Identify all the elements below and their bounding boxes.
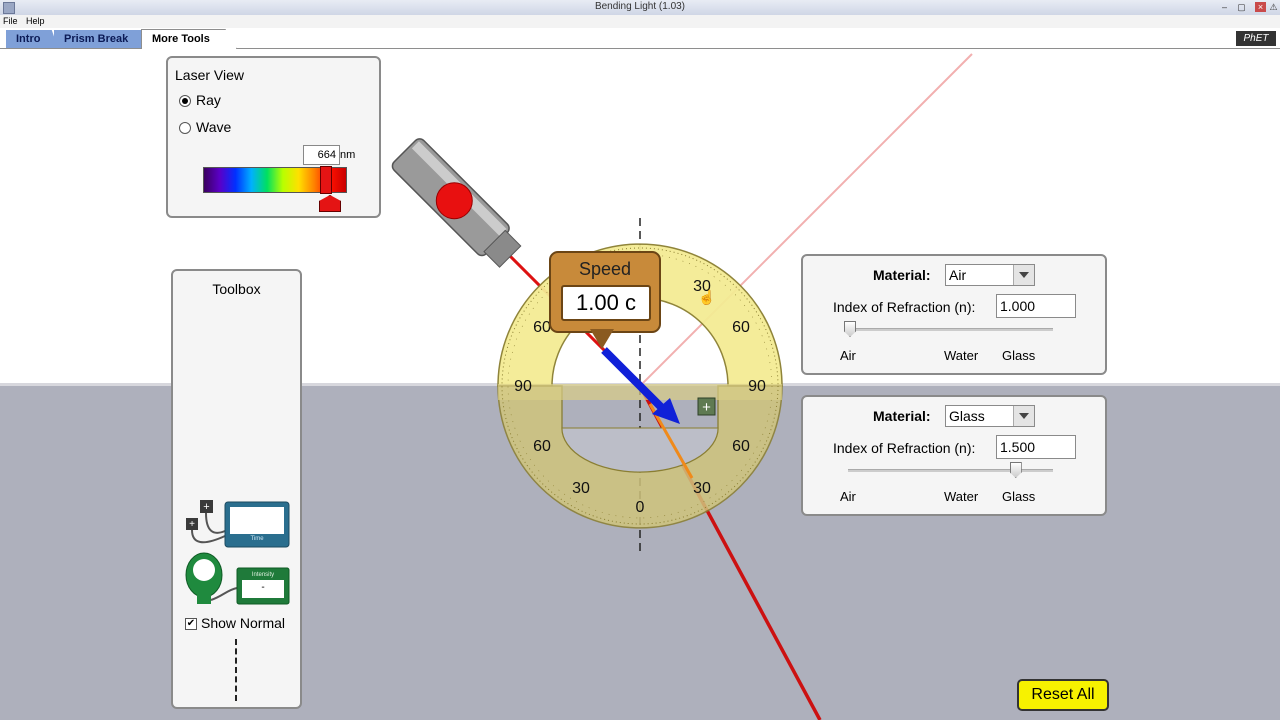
top-index-slider-thumb[interactable] — [844, 321, 856, 337]
top-index-slider-track[interactable] — [848, 328, 1053, 331]
top-index-field[interactable]: 1.000 — [996, 294, 1076, 318]
show-normal-checkbox[interactable]: ✔ — [185, 618, 197, 631]
tick-air: Air — [840, 489, 856, 504]
wave-option[interactable]: Wave — [179, 119, 231, 135]
tick-glass: Glass — [1002, 489, 1036, 504]
velocity-arrow — [601, 347, 669, 415]
time-sensor-label: Time — [250, 536, 264, 542]
bottom-material-value: Glass — [949, 408, 985, 424]
chevron-down-icon[interactable] — [1013, 265, 1034, 285]
cursor-icon: ☝ — [698, 288, 715, 306]
intensity-value: - — [261, 582, 265, 593]
bottom-material-select[interactable]: Glass — [945, 405, 1035, 427]
protractor-label: 60 — [732, 319, 750, 336]
tick-air: Air — [840, 348, 856, 363]
wave-label: Wave — [196, 119, 232, 135]
ray-option[interactable]: Ray — [179, 92, 221, 108]
protractor-label: 60 — [533, 438, 551, 455]
toolbox-panel: Toolbox + + Time Intensity - ✔ Show Norma… — [171, 269, 302, 709]
top-material-label: Material: — [873, 267, 931, 283]
plus-glyph: + — [702, 399, 711, 416]
protractor-label: 30 — [572, 480, 590, 497]
chevron-down-icon[interactable] — [1013, 406, 1034, 426]
speed-label: Speed — [578, 259, 632, 279]
tick-water: Water — [944, 489, 979, 504]
tick-water: Water — [944, 348, 979, 363]
top-material-value: Air — [949, 267, 967, 283]
ray-label: Ray — [196, 92, 221, 108]
protractor-label: 90 — [514, 378, 532, 395]
bottom-index-slider-thumb[interactable] — [1009, 462, 1022, 478]
protractor-label: 90 — [748, 378, 766, 395]
laser-pointer[interactable] — [390, 136, 525, 271]
bottom-index-slider-track[interactable] — [848, 469, 1053, 472]
wave-radio[interactable] — [179, 122, 191, 135]
wavelength-unit: nm — [340, 149, 356, 161]
protractor-label: 30 — [693, 480, 711, 497]
laser-view-title: Laser View — [175, 67, 245, 83]
intensity-label: Intensity — [251, 572, 275, 578]
speed-value: 1.00 c — [561, 285, 651, 321]
protractor-label: 0 — [636, 499, 645, 516]
svg-text:+: + — [203, 501, 209, 513]
laser-view-panel: Laser View Ray Wave 664 nm — [166, 56, 381, 218]
bottom-index-field[interactable]: 1.500 — [996, 435, 1076, 459]
speed-tool-pointer — [590, 329, 614, 349]
toolbox-tools: + + — [185, 500, 290, 605]
wavelength-field[interactable]: 664 — [303, 145, 340, 165]
reset-all-button[interactable]: Reset All — [1017, 679, 1109, 711]
svg-text:+: + — [189, 519, 195, 530]
show-normal-label: Show Normal — [201, 615, 286, 631]
top-medium-panel: Material: Air Index of Refraction (n): 1… — [801, 254, 1107, 375]
top-index-label: Index of Refraction (n): — [833, 299, 976, 315]
top-material-select[interactable]: Air — [945, 264, 1035, 286]
wavelength-slider-thumb[interactable] — [320, 166, 332, 194]
show-normal-option[interactable]: ✔ Show Normal — [185, 615, 285, 631]
intensity-meter-tool[interactable] — [185, 552, 290, 605]
ray-radio[interactable] — [179, 95, 191, 108]
tick-glass: Glass — [1002, 348, 1036, 363]
bottom-material-label: Material: — [873, 408, 931, 424]
bottom-medium-panel: Material: Glass Index of Refraction (n):… — [801, 395, 1107, 516]
normal-line-sample — [235, 639, 237, 701]
speed-tool[interactable]: Speed 1.00 c — [549, 251, 661, 333]
protractor-label: 60 — [732, 438, 750, 455]
toolbox-title: Toolbox — [212, 281, 261, 297]
bottom-index-label: Index of Refraction (n): — [833, 440, 976, 456]
wavelength-slider-knob[interactable] — [319, 195, 341, 212]
